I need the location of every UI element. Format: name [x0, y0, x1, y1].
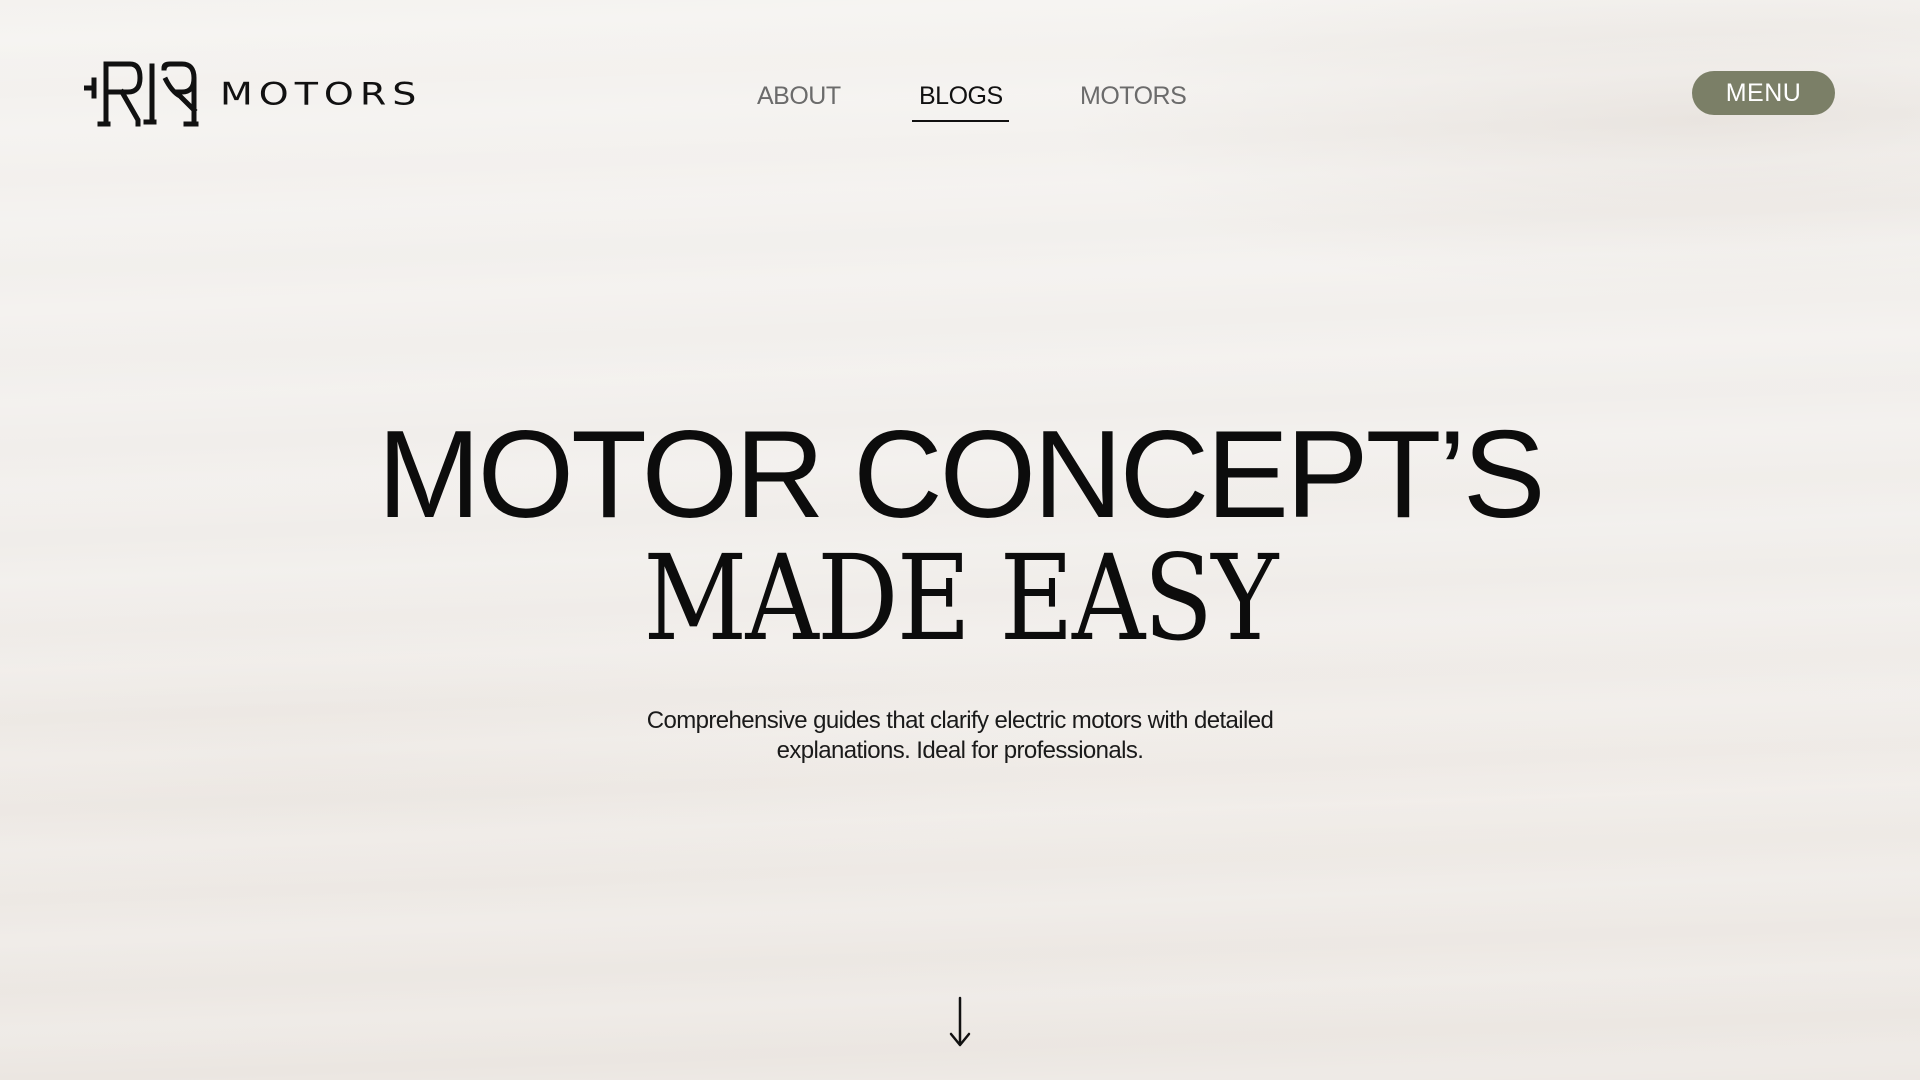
arrow-down-icon[interactable] — [948, 996, 972, 1048]
nav-link-motors[interactable]: MOTORS — [1080, 78, 1187, 114]
hero-title-line-2: MADE EASY — [643, 529, 1278, 667]
hero-subtitle: Comprehensive guides that clarify electr… — [646, 707, 1274, 764]
nav-link-about[interactable]: ABOUT — [757, 78, 841, 114]
site-header: MOTORS ABOUT BLOGS MOTORS MENU — [0, 0, 1920, 190]
nav-active-underline — [912, 120, 1009, 122]
menu-button[interactable]: MENU — [1692, 71, 1835, 115]
hero-section: MOTOR CONCEPT’S MADE EASY Comprehensive … — [0, 410, 1920, 766]
nav-link-blogs[interactable]: BLOGS — [919, 78, 1003, 114]
main-nav: ABOUT BLOGS MOTORS — [0, 78, 1920, 128]
hero-title-line-1: MOTOR CONCEPT’S — [377, 406, 1545, 544]
